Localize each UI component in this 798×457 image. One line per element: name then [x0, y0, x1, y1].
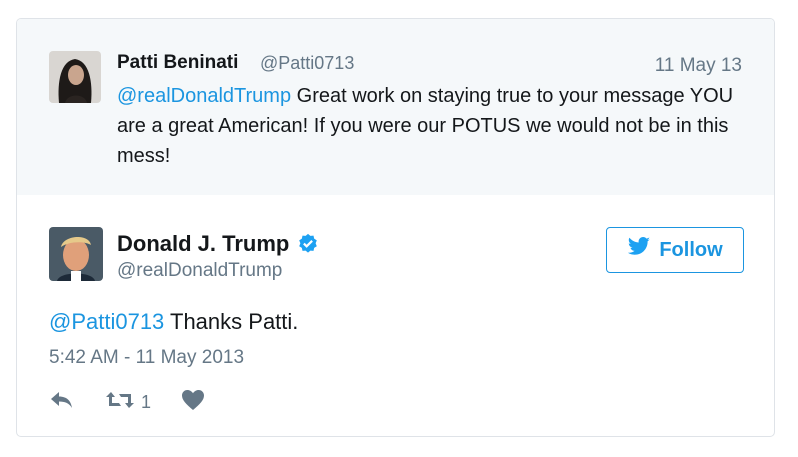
- tweet-timestamp[interactable]: 5:42 AM - 11 May 2013: [49, 347, 244, 369]
- trump-avatar[interactable]: [49, 227, 103, 281]
- like-button[interactable]: [181, 389, 205, 416]
- reply-icon: [49, 390, 75, 415]
- twitter-bird-icon: [627, 237, 651, 263]
- retweet-button[interactable]: 1: [105, 390, 151, 415]
- tweet-author-handle[interactable]: @realDonaldTrump: [117, 260, 282, 282]
- retweet-icon: [105, 390, 135, 415]
- tweet-mention-link[interactable]: @Patti0713: [49, 309, 164, 334]
- tweet-text-body: Thanks Patti.: [164, 309, 299, 334]
- retweet-count: 1: [141, 392, 152, 412]
- verified-badge-icon: [297, 233, 319, 255]
- parent-mention-link[interactable]: @realDonaldTrump: [117, 85, 291, 107]
- follow-label: Follow: [659, 238, 723, 261]
- parent-date[interactable]: 11 May 13: [655, 55, 742, 77]
- parent-author-name[interactable]: Patti Beninati: [117, 52, 238, 74]
- reply-button[interactable]: [49, 390, 75, 415]
- embedded-tweet-card: Patti Beninati @Patti0713 11 May 13 @rea…: [16, 18, 775, 437]
- tweet-actions: 1: [49, 389, 235, 416]
- follow-button[interactable]: Follow: [606, 227, 744, 273]
- tweet-author-name[interactable]: Donald J. Trump: [117, 231, 319, 257]
- parent-tweet[interactable]: Patti Beninati @Patti0713 11 May 13 @rea…: [17, 19, 774, 195]
- tweet-text: @Patti0713 Thanks Patti.: [49, 309, 298, 335]
- tweet-author-name-text[interactable]: Donald J. Trump: [117, 231, 289, 257]
- parent-author-handle[interactable]: @Patti0713: [260, 53, 354, 74]
- patti-avatar[interactable]: [49, 51, 101, 103]
- parent-tweet-text: @realDonaldTrump Great work on staying t…: [117, 81, 747, 171]
- heart-icon: [181, 389, 205, 416]
